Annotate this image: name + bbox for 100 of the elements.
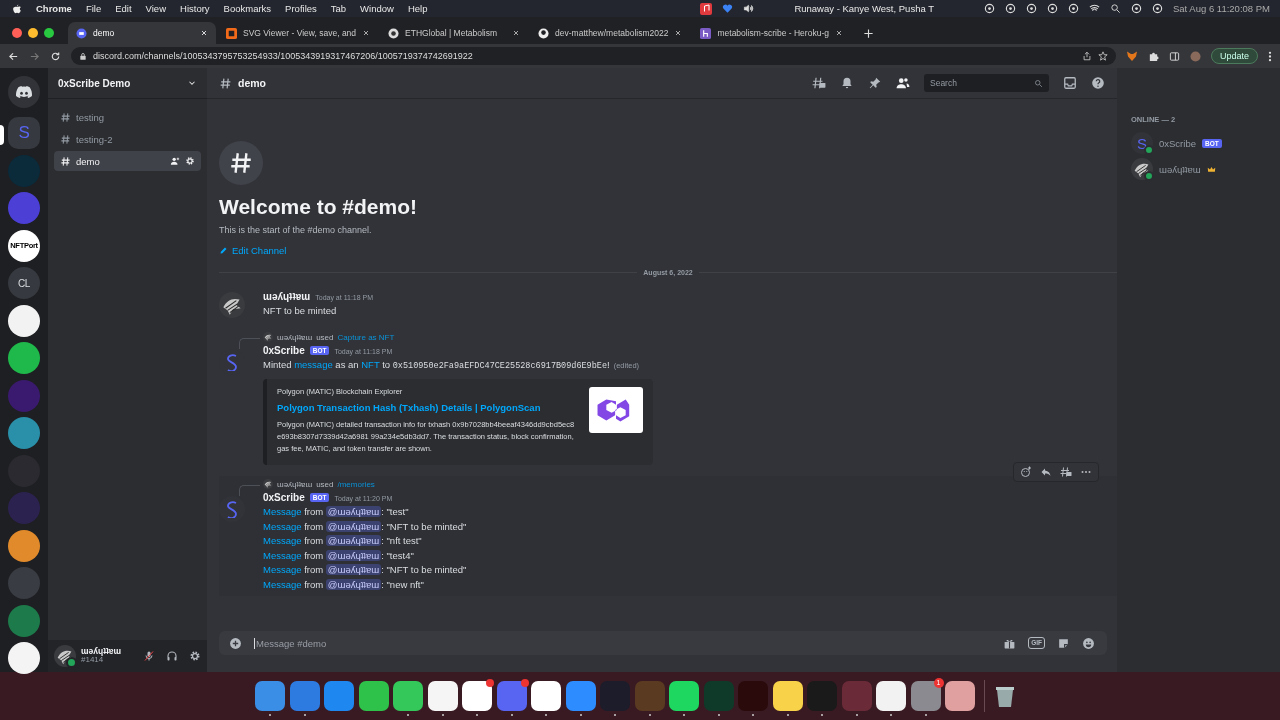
headphones-icon[interactable] [166, 650, 178, 662]
heart-icon[interactable] [722, 3, 734, 14]
app-icon[interactable] [772, 681, 803, 711]
close-icon[interactable] [200, 29, 208, 37]
server-icon[interactable] [8, 304, 40, 337]
close-icon[interactable] [512, 29, 521, 37]
menu-item[interactable]: Tab [330, 3, 347, 14]
reload-icon[interactable] [50, 50, 61, 62]
fox-icon[interactable] [1125, 50, 1138, 62]
apple-icon[interactable] [12, 2, 22, 15]
settings-icon[interactable] [189, 650, 201, 662]
close-icon[interactable] [834, 29, 843, 37]
sidebar-icon[interactable] [1168, 50, 1180, 62]
address-bar[interactable]: discord.com/channels/1005343795753254933/1005343919317467206/1005719374742691922 [71, 47, 1116, 65]
speaker-icon[interactable] [743, 3, 755, 14]
emoji-icon[interactable] [1082, 636, 1095, 650]
zoom-light-icon[interactable] [44, 28, 54, 38]
new-tab-icon[interactable] [862, 28, 874, 39]
server-icon[interactable] [8, 342, 40, 374]
menu-item[interactable]: History [180, 3, 210, 14]
menu-item[interactable]: File [85, 3, 102, 14]
menu-item[interactable]: Help [407, 3, 428, 14]
members-icon[interactable] [896, 76, 910, 90]
server-icon[interactable] [8, 529, 40, 562]
wifi-icon[interactable] [1089, 3, 1100, 14]
message-link[interactable]: Message [263, 506, 302, 517]
home-button[interactable] [8, 76, 40, 108]
app-icon[interactable] [393, 681, 423, 711]
app-icon[interactable] [427, 681, 458, 711]
minimize-light-icon[interactable] [28, 28, 38, 38]
menu-item[interactable]: Profiles [285, 3, 317, 14]
message-link[interactable]: Message [263, 549, 302, 561]
user-mention[interactable]: @ɯəʎɥʇʇɐɯ [325, 506, 382, 517]
menu-item[interactable]: View [145, 3, 166, 14]
message-link[interactable]: Message [263, 535, 302, 547]
browser-tab[interactable]: ETHGlobal | Metabolism [380, 22, 529, 44]
app-icon[interactable] [669, 681, 699, 711]
message-author[interactable]: ɯəʎɥʇʇɐɯ [263, 291, 311, 302]
pin-icon[interactable] [868, 76, 882, 90]
update-button[interactable]: Update [1210, 48, 1258, 64]
add-icon[interactable] [229, 636, 242, 650]
search-icon[interactable] [1110, 3, 1121, 14]
thread-icon[interactable] [1060, 466, 1072, 478]
channel-item[interactable]: demo [54, 151, 201, 171]
share-icon[interactable] [1081, 51, 1092, 61]
inbox-icon[interactable] [1063, 76, 1077, 90]
edit-channel-link[interactable]: Edit Channel [219, 245, 287, 256]
user-mention[interactable]: @ɯəʎɥʇʇɐɯ [325, 535, 382, 547]
close-icon[interactable] [674, 29, 683, 37]
star-icon[interactable] [1097, 51, 1108, 61]
music-icon[interactable] [700, 2, 713, 15]
reply-icon[interactable] [1040, 466, 1052, 478]
close-light-icon[interactable] [12, 28, 22, 38]
now-playing[interactable]: Runaway - Kanye West, Pusha T [794, 3, 934, 14]
message-input[interactable]: Message #demo [254, 637, 992, 649]
channel-item[interactable]: testing-2 [54, 129, 201, 149]
message-author[interactable]: 0xScribe [263, 345, 305, 356]
message-link[interactable]: message [294, 359, 333, 370]
message-link[interactable]: Message [263, 520, 302, 532]
search-field[interactable]: Search [924, 74, 1049, 92]
user-mention[interactable]: @ɯəʎɥʇʇɐɯ [325, 549, 382, 561]
back-icon[interactable] [8, 50, 19, 62]
message-author[interactable]: 0xScribe [263, 492, 305, 503]
puzzle-icon[interactable] [1147, 50, 1159, 62]
user-mention[interactable]: @ɯəʎɥʇʇɐɯ [325, 578, 382, 590]
command-link[interactable]: /memories [337, 479, 375, 489]
server-icon[interactable]: CL [8, 267, 40, 299]
help-icon[interactable] [1091, 76, 1105, 90]
threads-icon[interactable] [812, 76, 826, 90]
browser-tab[interactable]: demo [68, 22, 216, 44]
menu-item[interactable]: Bookmarks [223, 3, 272, 14]
member-name[interactable]: ɯəʎɥʇʇɐɯ [1159, 163, 1201, 175]
reply-author[interactable]: ɯəʎɥʇʇɐɯ [277, 479, 313, 489]
browser-tab[interactable]: metabolism-scribe - Heroku-g [692, 22, 851, 44]
circle-icon[interactable] [984, 3, 995, 14]
message-link[interactable]: Message [263, 564, 302, 576]
app-icon[interactable] [358, 681, 389, 711]
user-mention[interactable]: @ɯəʎɥʇʇɐɯ [325, 520, 382, 532]
add-reaction-icon[interactable] [1020, 466, 1032, 478]
app-icon[interactable] [945, 681, 975, 711]
more-icon[interactable] [1268, 50, 1272, 62]
app-icon[interactable] [531, 681, 561, 711]
menu-item[interactable]: Edit [115, 3, 132, 14]
close-icon[interactable] [362, 29, 371, 37]
message-link[interactable]: NFT [361, 359, 380, 370]
command-link[interactable]: Capture as NFT [337, 332, 395, 342]
server-name[interactable]: 0xScribe Demo [58, 77, 187, 89]
menu-item[interactable]: Window [360, 3, 394, 14]
profile-icon[interactable] [1189, 50, 1201, 62]
message-link[interactable]: Message [263, 578, 302, 590]
user-mention[interactable]: @ɯəʎɥʇʇɐɯ [325, 564, 382, 576]
browser-tab[interactable]: SVG Viewer - View, save, and [218, 22, 379, 44]
app-icon[interactable] [462, 681, 492, 711]
member-name[interactable]: 0xScribe [1159, 137, 1196, 149]
channel-item[interactable]: testing [54, 107, 201, 127]
sticker-icon[interactable] [1057, 636, 1070, 650]
reply-author[interactable]: ɯəʎɥʇʇɐɯ [277, 332, 313, 342]
server-icon[interactable] [8, 642, 40, 674]
forward-icon[interactable] [29, 50, 40, 62]
invite-icon[interactable] [170, 156, 180, 166]
